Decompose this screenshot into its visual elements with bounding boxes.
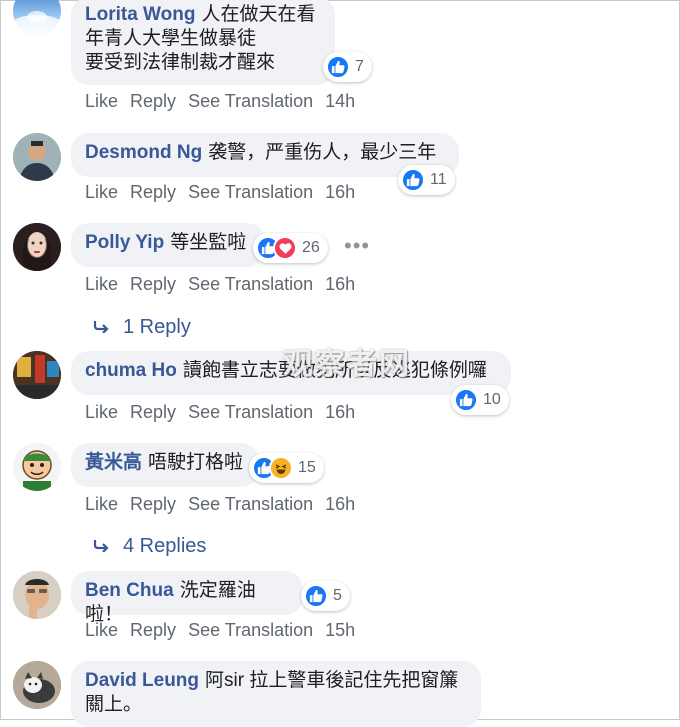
see-translation-link[interactable]: See Translation — [188, 274, 313, 294]
reaction-summary[interactable]: 10 — [451, 385, 509, 415]
comment-bubble: David Leung 阿sir 拉上警車後記住先把窗簾 關上。 — [71, 661, 481, 727]
more-options-icon[interactable]: ••• — [344, 233, 370, 259]
comment-text: 等坐監啦 — [170, 232, 247, 253]
reply-link[interactable]: Reply — [130, 620, 176, 640]
avatar[interactable] — [13, 223, 61, 271]
comment-bubble: chuma Ho 讀飽書立志要做犯所以反逃犯條例囉 — [71, 351, 511, 395]
sky-avatar-image — [13, 11, 61, 35]
comment-text: 袭警，严重伤人，最少三年 — [208, 142, 437, 163]
love-reaction-icon — [273, 236, 297, 260]
avatar[interactable] — [13, 0, 61, 35]
avatar[interactable] — [13, 351, 61, 399]
like-link[interactable]: Like — [85, 620, 118, 640]
comment-text: 唔駛打格啦 — [148, 452, 244, 473]
comment-author[interactable]: Polly Yip — [85, 232, 164, 253]
see-translation-link[interactable]: See Translation — [188, 494, 313, 514]
avatar[interactable] — [13, 133, 61, 181]
timestamp[interactable]: 16h — [325, 402, 355, 422]
comment-actions: Like Reply See Translation 14h — [85, 91, 355, 112]
comment-bubble: Lorita Wong 人在做天在看 年青人大學生做暴徒 要受到法律制裁才醒來 — [71, 0, 335, 85]
haha-reaction-icon — [269, 456, 293, 480]
comment-author[interactable]: David Leung — [85, 670, 199, 691]
comment-author[interactable]: 黃米高 — [85, 452, 142, 473]
reaction-summary[interactable]: 5 — [301, 581, 350, 611]
reaction-count: 5 — [333, 587, 342, 604]
comment-actions: Like Reply See Translation 16h — [85, 402, 355, 423]
reply-link[interactable]: Reply — [130, 494, 176, 514]
comment-author[interactable]: Desmond Ng — [85, 142, 202, 163]
reply-link[interactable]: Reply — [130, 274, 176, 294]
comment-actions: Like Reply See Translation 16h — [85, 494, 355, 515]
comment-actions: Like Reply See Translation 16h — [85, 182, 355, 203]
reaction-summary[interactable]: 15 — [249, 453, 324, 483]
reply-link[interactable]: Reply — [130, 91, 176, 111]
person-avatar-image — [13, 133, 61, 181]
reaction-summary[interactable]: 26 — [253, 233, 328, 263]
avatar[interactable] — [13, 443, 61, 491]
comment-bubble: 黃米高 唔駛打格啦 — [71, 443, 259, 487]
like-reaction-icon — [401, 168, 425, 192]
person-avatar-image — [13, 223, 61, 271]
timestamp[interactable]: 16h — [325, 182, 355, 202]
like-link[interactable]: Like — [85, 91, 118, 111]
see-translation-link[interactable]: See Translation — [188, 91, 313, 111]
timestamp[interactable]: 15h — [325, 620, 355, 640]
like-reaction-icon — [304, 584, 328, 608]
view-replies-link[interactable]: 1 Reply — [93, 316, 191, 339]
like-link[interactable]: Like — [85, 274, 118, 294]
replies-count-label[interactable]: 4 Replies — [123, 535, 206, 557]
like-link[interactable]: Like — [85, 402, 118, 422]
comment-bubble: Polly Yip 等坐監啦 — [71, 223, 265, 267]
reaction-count: 11 — [430, 171, 447, 188]
see-translation-link[interactable]: See Translation — [188, 620, 313, 640]
like-reaction-icon — [326, 55, 350, 79]
cartoon-avatar-image — [13, 443, 61, 491]
comment-bubble: Ben Chua 洗定羅油啦！ — [71, 571, 303, 625]
reply-arrow-icon — [93, 535, 123, 558]
view-replies-link[interactable]: 4 Replies — [93, 535, 206, 558]
reply-link[interactable]: Reply — [130, 182, 176, 202]
comment-text: 讀飽書立志要做犯所以反逃犯條例囉 — [182, 360, 487, 381]
reaction-count: 7 — [355, 58, 364, 75]
comment-actions: Like Reply See Translation 16h — [85, 274, 355, 295]
comment-actions: Like Reply See Translation 15h — [85, 620, 355, 641]
see-translation-link[interactable]: See Translation — [188, 182, 313, 202]
like-reaction-icon — [454, 388, 478, 412]
reply-link[interactable]: Reply — [130, 402, 176, 422]
reply-arrow-icon — [93, 316, 123, 339]
reaction-summary[interactable]: 11 — [398, 165, 455, 195]
person-avatar-image — [13, 571, 61, 619]
reaction-count: 15 — [298, 459, 316, 476]
like-link[interactable]: Like — [85, 182, 118, 202]
see-translation-link[interactable]: See Translation — [188, 402, 313, 422]
reaction-count: 10 — [483, 391, 501, 408]
comment-author[interactable]: chuma Ho — [85, 360, 177, 381]
street-avatar-image — [13, 351, 61, 399]
avatar[interactable] — [13, 571, 61, 619]
timestamp[interactable]: 16h — [325, 494, 355, 514]
reaction-count: 26 — [302, 239, 320, 256]
timestamp[interactable]: 16h — [325, 274, 355, 294]
avatar[interactable] — [13, 661, 61, 709]
comment-author[interactable]: Ben Chua — [85, 580, 174, 601]
reaction-summary[interactable]: 7 — [323, 52, 372, 82]
replies-count-label[interactable]: 1 Reply — [123, 316, 191, 338]
cat-avatar-image — [13, 661, 61, 709]
timestamp[interactable]: 14h — [325, 91, 355, 111]
comment-author[interactable]: Lorita Wong — [85, 4, 195, 25]
like-link[interactable]: Like — [85, 494, 118, 514]
